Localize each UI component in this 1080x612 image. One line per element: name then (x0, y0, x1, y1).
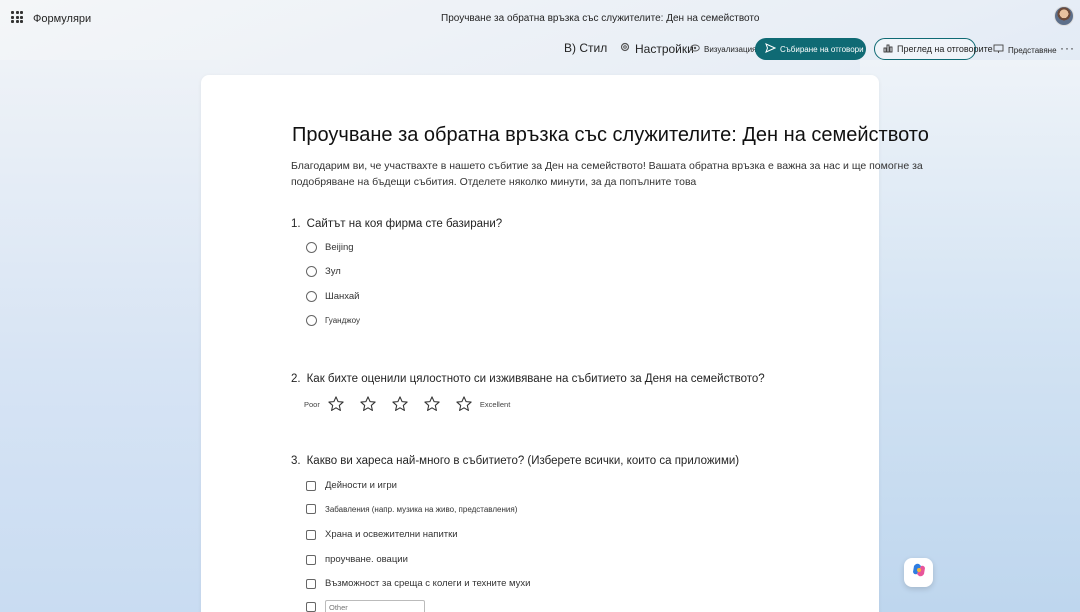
question-text: Какво ви хареса най-много в събитието? (… (306, 455, 740, 467)
settings-label: Настройки (635, 41, 694, 56)
checkbox-option-other[interactable] (306, 600, 425, 612)
option-label: Зул (325, 266, 341, 277)
app-launcher-icon[interactable] (11, 11, 23, 23)
checkbox[interactable] (306, 578, 316, 589)
radio-option[interactable]: Beijing (306, 242, 354, 253)
option-label: проучване. овации (325, 554, 408, 565)
question-text: Как бихте оценили цялостното си изживява… (306, 373, 765, 385)
more-options-button[interactable]: ··· (1060, 41, 1075, 55)
settings-button[interactable]: Настройки (619, 41, 694, 56)
document-title[interactable]: Проучване за обратна връзка със служител… (441, 13, 759, 24)
gear-icon (619, 41, 631, 56)
star-icon[interactable] (391, 395, 409, 413)
top-bar: Формуляри Проучване за обратна връзка съ… (0, 0, 1080, 34)
toolbar: В) Стил Настройки Визуализация Събиране … (0, 36, 1080, 62)
radio-option[interactable]: Шанхай (306, 291, 359, 302)
other-input[interactable] (325, 600, 425, 612)
responses-label: Преглед на отговорите (897, 44, 993, 54)
avatar[interactable] (1054, 6, 1074, 26)
radio-option[interactable]: Зул (306, 266, 341, 277)
star-icon[interactable] (455, 395, 473, 413)
checkbox[interactable] (306, 504, 316, 514)
background-left (0, 60, 220, 612)
option-label: Възможност за среща с колеги и техните м… (325, 578, 531, 589)
present-label: Представяне (1008, 45, 1057, 55)
app-name[interactable]: Формуляри (33, 13, 91, 25)
question-1-title: 1. Сайтът на коя фирма сте базирани? (291, 218, 502, 230)
chart-icon (883, 43, 893, 55)
checkbox-option[interactable]: Забавления (напр. музика на живо, предст… (306, 504, 517, 514)
send-icon (765, 43, 777, 55)
collect-responses-button[interactable]: Събиране на отговори (755, 38, 866, 60)
option-label: Beijing (325, 242, 354, 253)
option-label: Дейности и игри (325, 480, 397, 491)
collect-label: Събиране на отговори (780, 44, 864, 54)
option-label: Забавления (напр. музика на живо, предст… (325, 504, 518, 514)
copilot-button[interactable] (904, 558, 933, 587)
star-icon[interactable] (423, 395, 441, 413)
form-card (201, 75, 879, 612)
radio-button[interactable] (306, 291, 317, 302)
checkbox-option[interactable]: Възможност за среща с колеги и техните м… (306, 578, 530, 589)
checkbox-option[interactable]: Дейности и игри (306, 480, 397, 491)
question-number: 2. (291, 373, 301, 385)
eye-icon (690, 44, 700, 54)
style-label: В) Стил (564, 41, 608, 55)
preview-button[interactable]: Визуализация (690, 44, 756, 54)
radio-button[interactable] (306, 242, 317, 253)
radio-button[interactable] (306, 266, 317, 277)
rating-high-label: Excellent (479, 399, 511, 409)
view-responses-button[interactable]: Преглед на отговорите (874, 38, 993, 60)
radio-option[interactable]: Гуанджоу (306, 315, 360, 326)
form-title[interactable]: Проучване за обратна връзка със служител… (292, 124, 929, 147)
option-label: Шанхай (325, 291, 360, 302)
question-text: Сайтът на коя фирма сте базирани? (306, 218, 503, 230)
rating-low-label: Poor (304, 399, 320, 409)
checkbox[interactable] (306, 554, 316, 565)
preview-label: Визуализация (704, 44, 757, 54)
present-button[interactable]: Представяне (993, 44, 1057, 56)
option-label: Храна и освежителни напитки (325, 529, 458, 540)
star-icon[interactable] (359, 395, 377, 413)
question-number: 1. (291, 218, 301, 230)
checkbox[interactable] (306, 529, 316, 540)
question-3-title: 3. Какво ви хареса най-много в събитието?… (291, 455, 739, 467)
star-icon[interactable] (327, 395, 345, 413)
radio-button[interactable] (306, 315, 317, 326)
checkbox-option[interactable]: Храна и освежителни напитки (306, 529, 458, 540)
star-rating: Poor Excellent (304, 395, 510, 413)
style-button[interactable]: В) Стил (564, 41, 607, 55)
option-label: Гуанджоу (325, 316, 360, 325)
checkbox-option[interactable]: проучване. овации (306, 554, 408, 565)
checkbox[interactable] (306, 602, 316, 612)
form-description[interactable]: Благодарим ви, че участвахте в нашето съ… (291, 158, 931, 190)
question-2-title: 2. Как бихте оценили цялостното си изживя… (291, 373, 765, 385)
checkbox[interactable] (306, 480, 316, 491)
copilot-icon (911, 562, 927, 583)
question-number: 3. (291, 455, 301, 467)
monitor-icon (993, 44, 1004, 56)
